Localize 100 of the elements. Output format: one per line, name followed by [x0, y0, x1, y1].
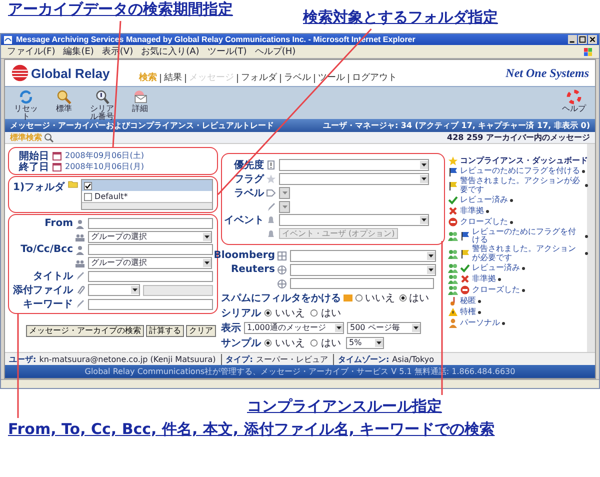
cross-icon — [448, 206, 458, 216]
date-value[interactable]: 2008年09月06日(土) — [65, 150, 144, 161]
menu-item[interactable]: ファイル(F) — [7, 45, 56, 58]
legend-link[interactable]: 警告されました。アクションが必要です — [472, 245, 583, 263]
nav-link[interactable]: フォルダ — [236, 74, 280, 82]
maximize-button[interactable] — [578, 35, 587, 44]
select-field[interactable]: 500 ページ毎 — [347, 322, 421, 334]
radio-button[interactable] — [310, 339, 318, 347]
star-icon — [266, 174, 276, 184]
toolbar-button[interactable]: リセット — [11, 89, 41, 121]
nav-link[interactable]: ログアウト — [348, 74, 400, 82]
person-icon — [75, 244, 85, 254]
nav-link[interactable]: ラベル — [280, 74, 314, 82]
legend-link[interactable]: レビュー済み — [472, 264, 520, 273]
select-field[interactable] — [290, 250, 436, 262]
legend-link[interactable]: レビューのためにフラグを付ける — [460, 167, 580, 176]
radio-button[interactable] — [355, 294, 363, 302]
bullet-icon — [498, 278, 501, 281]
field-label: 終了日 — [19, 161, 49, 174]
legend-link[interactable]: 非準拠 — [472, 274, 496, 284]
nav-link[interactable]: ツール — [314, 74, 348, 82]
checkbox[interactable] — [84, 192, 92, 200]
select-field[interactable] — [290, 264, 436, 276]
field-label: タイトル — [33, 270, 73, 283]
pencil-icon — [266, 202, 276, 212]
field-label: サンプル — [221, 336, 261, 350]
nav-link[interactable]: 結果 — [160, 74, 185, 82]
legend-title: コンプライアンス・ダッシュボード — [460, 155, 588, 166]
action-button[interactable]: 計算する — [146, 325, 184, 337]
field-label: キーワード — [23, 298, 73, 311]
menu-item[interactable]: お気に入り(A) — [141, 45, 200, 58]
select-field[interactable] — [279, 173, 429, 185]
close-button[interactable] — [588, 35, 597, 44]
list-item[interactable]: Default* — [82, 191, 212, 202]
radio-button[interactable] — [399, 294, 407, 302]
refresh-icon — [18, 89, 34, 105]
input-field[interactable] — [88, 270, 213, 282]
radio-button[interactable] — [264, 339, 272, 347]
toolbar-button[interactable]: 詳細 — [125, 89, 155, 113]
dropdown-arrow-icon — [412, 324, 420, 332]
logo-text: Global Relay — [31, 66, 110, 80]
select-field[interactable] — [279, 214, 429, 226]
exclamation-icon — [266, 160, 276, 170]
menu-item[interactable]: 編集(E) — [63, 45, 94, 58]
legend-link[interactable]: レビューのためにフラグを付ける — [472, 228, 583, 246]
date-value[interactable]: 2008年10月06日(月) — [65, 161, 144, 172]
radio-button[interactable] — [310, 309, 318, 317]
legend-link[interactable]: レビュー済み — [460, 196, 508, 204]
flag-icon — [460, 231, 470, 242]
select-field[interactable] — [279, 159, 429, 171]
field-label: ラベル — [234, 187, 264, 200]
calendar-icon[interactable] — [52, 150, 62, 160]
checkbox[interactable] — [84, 182, 92, 190]
bullet-icon — [582, 170, 585, 173]
select-field[interactable] — [279, 200, 290, 212]
radio-button[interactable] — [264, 309, 272, 317]
legend-link[interactable]: 特権 — [460, 308, 476, 317]
dropdown-arrow-icon — [420, 175, 428, 183]
scrollbar[interactable] — [1, 379, 599, 388]
partner-logo: Net One Systems — [506, 66, 589, 80]
dropdown-arrow-icon — [427, 266, 435, 274]
field-label: 開始日 — [19, 150, 49, 162]
field-label: Reuters — [230, 264, 275, 275]
globe-icon — [277, 264, 287, 274]
folder-icon — [68, 179, 78, 189]
legend-link[interactable]: 秘匿 — [460, 296, 476, 306]
grid-icon — [277, 250, 287, 260]
legend-link[interactable]: 非準拠 — [460, 206, 484, 216]
input-field[interactable] — [88, 244, 213, 255]
radio-label: いいえ — [275, 337, 305, 350]
legend-link[interactable]: クローズした — [472, 286, 520, 295]
scrollbar[interactable] — [82, 202, 212, 209]
menu-item[interactable]: ツール(T) — [207, 45, 247, 58]
select-field[interactable] — [88, 284, 140, 296]
input-field[interactable] — [88, 218, 213, 229]
action-button[interactable]: メッセージ・アーカイブの検索 — [26, 325, 144, 337]
select-field[interactable]: 1,000通のメッセージ — [244, 322, 344, 334]
input-field[interactable] — [290, 278, 434, 289]
menu-item[interactable]: ヘルプ(H) — [254, 45, 296, 58]
legend-link[interactable]: パーソナル — [460, 318, 500, 328]
stop-icon — [460, 285, 470, 296]
radio-label: はい — [409, 292, 429, 305]
legend-link[interactable]: 警告されました。アクションが必要です — [460, 177, 583, 195]
minimize-button[interactable] — [568, 35, 577, 44]
flag-icon — [448, 166, 458, 176]
select-field[interactable]: グループの選択 — [88, 230, 212, 242]
action-button[interactable]: クリア — [186, 325, 216, 337]
people-icon — [75, 258, 85, 268]
select-field[interactable]: 5% — [346, 337, 384, 349]
help-button[interactable]: ヘルプ — [559, 89, 589, 113]
legend-link[interactable]: クローズした — [460, 218, 508, 226]
toolbar-button[interactable]: 標準 — [49, 89, 79, 113]
select-field[interactable] — [279, 187, 290, 199]
select-field[interactable]: グループの選択 — [88, 256, 212, 268]
calendar-icon[interactable] — [52, 162, 62, 172]
annotation-text: コンプライアンスルール指定 — [247, 397, 442, 416]
tag-icon — [266, 188, 276, 198]
cross-icon — [460, 274, 470, 284]
input-field[interactable] — [88, 298, 213, 310]
toolbar-button[interactable]: シリアル番号 — [87, 89, 117, 121]
